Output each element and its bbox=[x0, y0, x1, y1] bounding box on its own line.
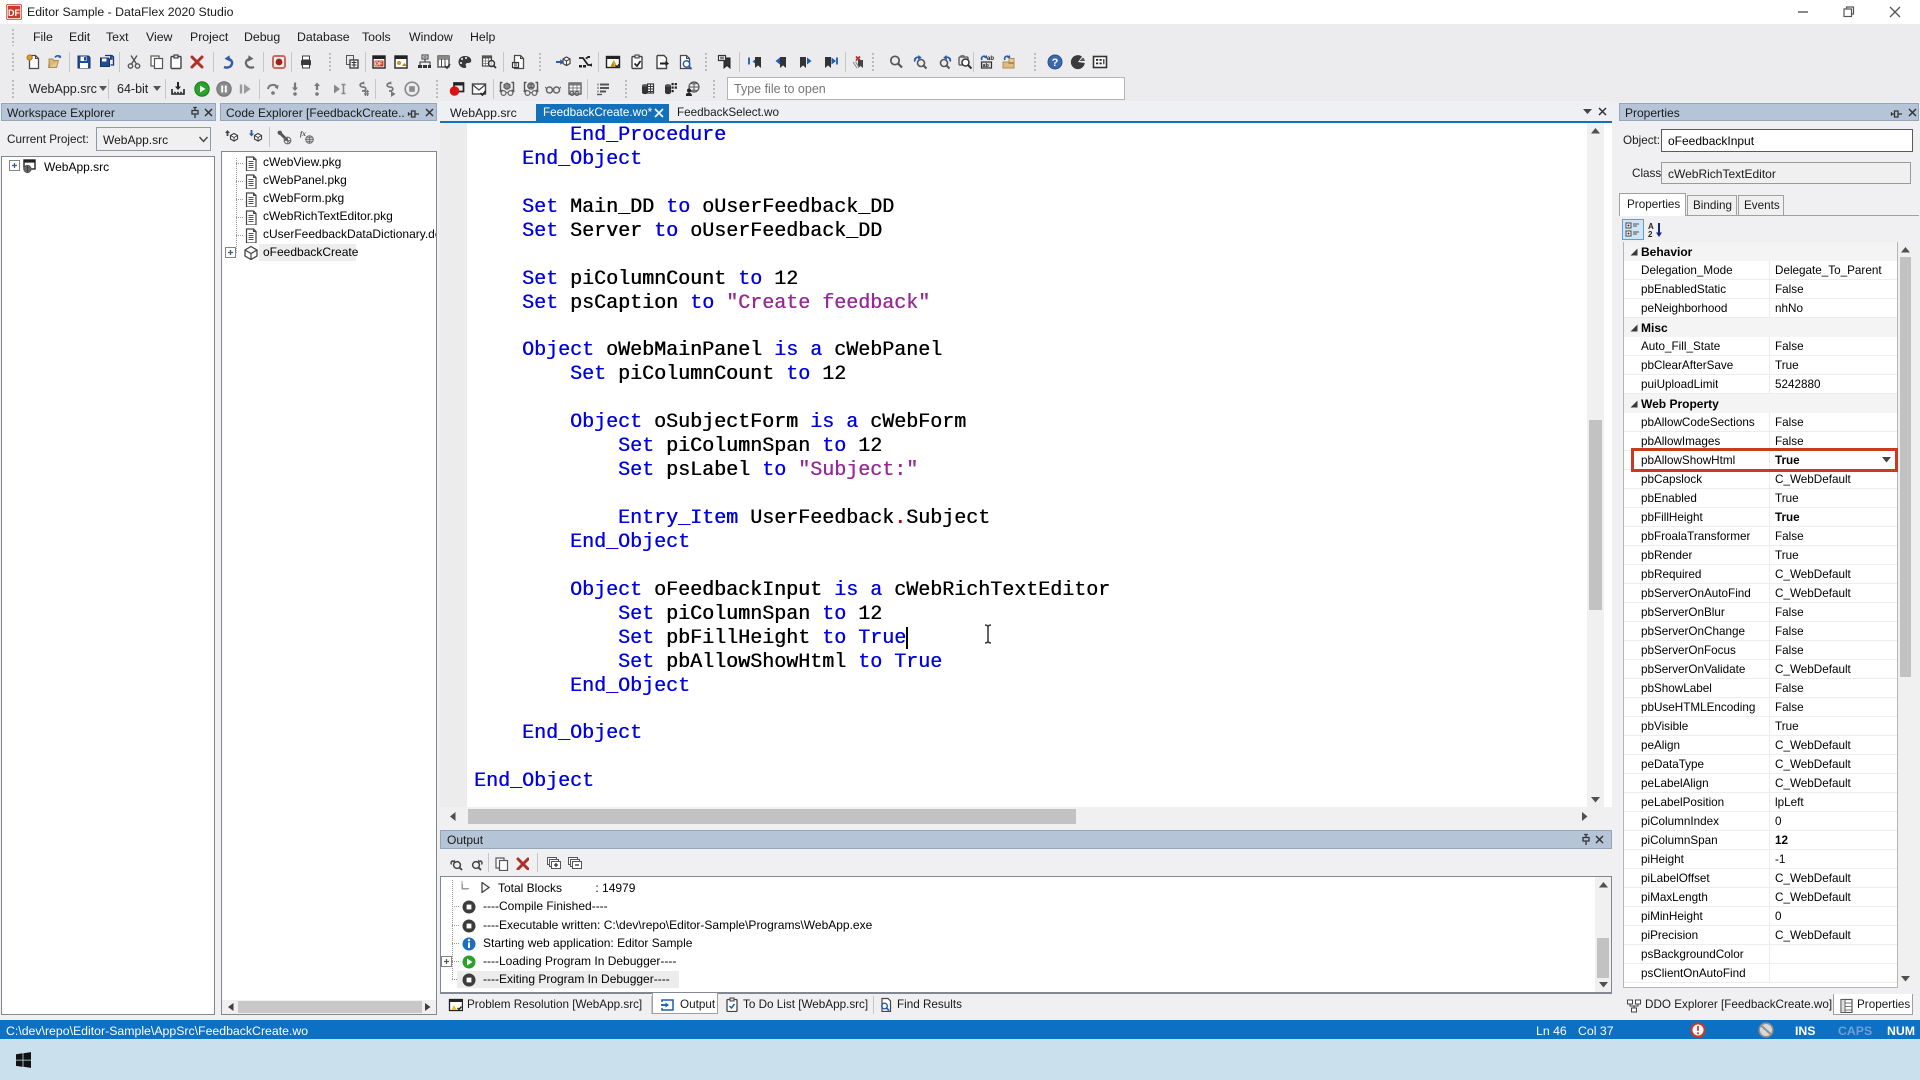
svg-text:DF: DF bbox=[375, 62, 383, 68]
svg-text:?: ? bbox=[1052, 57, 1059, 69]
svg-text:fx: fx bbox=[300, 130, 306, 138]
svg-text:ab: ab bbox=[983, 63, 990, 69]
svg-text:2: 2 bbox=[1648, 230, 1653, 238]
svg-text:ab: ab bbox=[987, 56, 994, 62]
svg-text:DF: DF bbox=[8, 8, 20, 18]
